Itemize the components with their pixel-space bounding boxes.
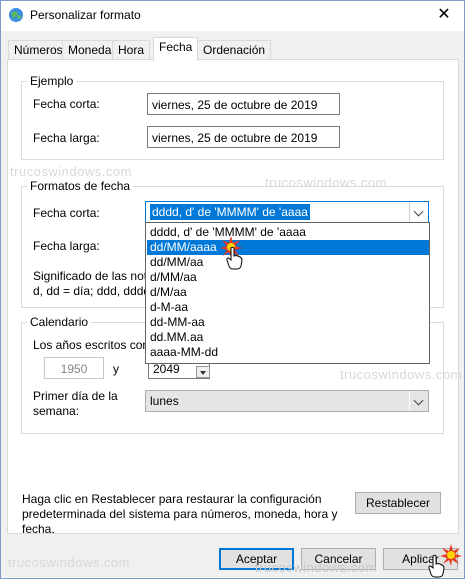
watermark-text: trucoswindows.com bbox=[255, 560, 377, 575]
short-date-format-label: Fecha corta: bbox=[33, 206, 100, 220]
short-date-format-combo[interactable]: dddd, d' de 'MMMM' de 'aaaa bbox=[145, 201, 429, 223]
regional-globe-icon bbox=[9, 8, 23, 22]
chevron-down-icon[interactable] bbox=[409, 202, 428, 222]
close-icon[interactable]: ✕ bbox=[432, 4, 456, 26]
example-group-label: Ejemplo bbox=[27, 74, 77, 88]
year-and-label: y bbox=[113, 362, 119, 376]
dropdown-option[interactable]: d/M/aa bbox=[147, 285, 429, 300]
watermark-text: trucoswindows.com bbox=[8, 555, 130, 570]
dropdown-option[interactable]: d-M-aa bbox=[147, 300, 429, 315]
restore-text-line3: fecha. bbox=[22, 522, 55, 536]
short-date-format-value: dddd, d' de 'MMMM' de 'aaaa bbox=[150, 204, 310, 220]
restore-text-line1: Haga clic en Restablecer para restaurar … bbox=[22, 492, 322, 506]
dropdown-option[interactable]: dddd, d' de 'MMMM' de 'aaaa bbox=[147, 225, 429, 240]
example-long-value: viernes, 25 de octubre de 2019 bbox=[147, 126, 340, 148]
watermark-text: trucoswindows.com bbox=[265, 175, 387, 190]
dropdown-option[interactable]: dd.MM.aa bbox=[147, 330, 429, 345]
watermark-text: trucoswindows.com bbox=[10, 164, 132, 179]
date-formats-group-label: Formatos de fecha bbox=[27, 179, 134, 193]
long-date-format-label: Fecha larga: bbox=[33, 239, 100, 253]
dropdown-option[interactable]: d/MM/aa bbox=[147, 270, 429, 285]
chevron-down-icon[interactable] bbox=[409, 391, 428, 411]
year-from-field: 1950 bbox=[44, 357, 104, 379]
restore-text-line2: predeterminada del sistema para números,… bbox=[22, 507, 338, 521]
first-day-label-line2: semana: bbox=[33, 404, 80, 418]
year-spinner-down-icon[interactable] bbox=[196, 366, 210, 378]
tab-moneda[interactable]: Moneda bbox=[62, 40, 118, 60]
dropdown-option[interactable]: dd-MM-aa bbox=[147, 315, 429, 330]
short-date-format-dropdown: dddd, d' de 'MMMM' de 'aaaa dd/MM/aaaa d… bbox=[145, 222, 430, 364]
restore-button[interactable]: Restablecer bbox=[355, 492, 441, 514]
dropdown-option[interactable]: dd/MM/aa bbox=[147, 255, 429, 270]
two-digit-years-label: Los años escritos con bbox=[33, 338, 150, 352]
example-short-value: viernes, 25 de octubre de 2019 bbox=[147, 93, 340, 115]
notation-text-line2: d, dd = día; ddd, dddd bbox=[33, 284, 151, 298]
dropdown-option[interactable]: aaaa-MM-dd bbox=[147, 345, 429, 360]
calendar-group-label: Calendario bbox=[27, 315, 92, 329]
example-short-label: Fecha corta: bbox=[33, 97, 100, 111]
watermark-text: trucoswindows.com bbox=[340, 367, 462, 382]
window-title: Personalizar formato bbox=[30, 8, 141, 22]
tab-fecha[interactable]: Fecha bbox=[153, 37, 199, 61]
tab-ordenacion[interactable]: Ordenación bbox=[197, 40, 272, 60]
first-day-label-line1: Primer día de la bbox=[33, 389, 118, 403]
first-day-value: lunes bbox=[150, 394, 179, 408]
example-long-label: Fecha larga: bbox=[33, 131, 100, 145]
first-day-combo[interactable]: lunes bbox=[145, 390, 429, 412]
notation-text-line1: Significado de las not bbox=[33, 269, 148, 283]
hand-cursor-icon bbox=[428, 554, 445, 578]
tab-hora[interactable]: Hora bbox=[112, 40, 151, 60]
tab-numeros[interactable]: Números bbox=[8, 40, 69, 60]
dropdown-option-selected[interactable]: dd/MM/aaaa bbox=[147, 240, 429, 255]
hand-cursor-icon bbox=[226, 246, 243, 270]
